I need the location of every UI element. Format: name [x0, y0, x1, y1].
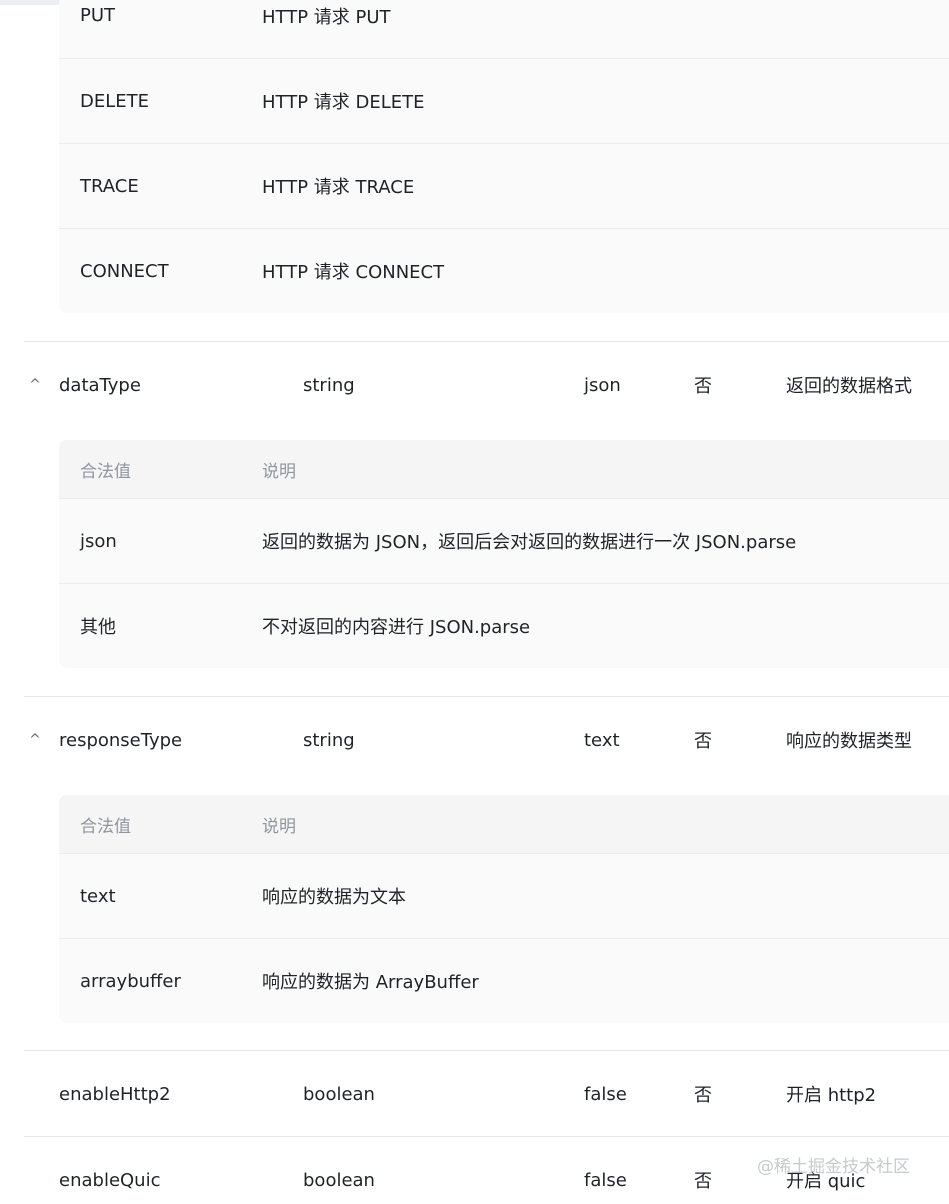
param-desc: 响应的数据类型 — [786, 731, 912, 752]
header-value: 合法值 — [80, 461, 131, 482]
param-type: boolean — [303, 1083, 375, 1105]
value-cell: DELETE — [80, 90, 150, 112]
desc-cell: HTTP 请求 TRACE — [262, 177, 415, 198]
param-type: string — [303, 374, 355, 396]
table-row: DELETE HTTP 请求 DELETE — [59, 58, 949, 143]
param-default: json — [584, 374, 621, 396]
datatype-values-table: 合法值 说明 json 返回的数据为 JSON，返回后会对返回的数据进行一次 J… — [59, 440, 949, 668]
value-cell: PUT — [80, 5, 116, 26]
value-cell: TRACE — [80, 175, 139, 197]
param-row-datatype: ^ dataType string json 否 返回的数据格式 — [24, 341, 949, 397]
param-type: string — [303, 729, 355, 751]
param-name: dataType — [59, 374, 141, 396]
value-cell: text — [80, 885, 116, 907]
table-header: 合法值 说明 — [59, 440, 949, 498]
table-row: PUT HTTP 请求 PUT — [59, 0, 949, 58]
value-cell: arraybuffer — [80, 970, 181, 992]
param-default: false — [584, 1169, 627, 1191]
value-cell: 其他 — [80, 617, 116, 638]
table-row: CONNECT HTTP 请求 CONNECT — [59, 228, 949, 313]
desc-cell: 返回的数据为 JSON，返回后会对返回的数据进行一次 JSON.parse — [262, 532, 797, 553]
header-desc: 说明 — [262, 816, 296, 837]
param-required: 否 — [694, 731, 712, 752]
param-default: false — [584, 1083, 627, 1105]
param-required: 否 — [694, 376, 712, 397]
table-row: TRACE HTTP 请求 TRACE — [59, 143, 949, 228]
param-name: responseType — [59, 729, 183, 751]
desc-cell: 响应的数据为 ArrayBuffer — [262, 972, 479, 993]
desc-cell: 不对返回的内容进行 JSON.parse — [262, 617, 531, 638]
collapse-chevron-icon[interactable]: ^ — [24, 342, 46, 428]
collapse-chevron-icon[interactable]: ^ — [24, 697, 46, 783]
param-desc: 返回的数据格式 — [786, 376, 912, 397]
header-desc: 说明 — [262, 461, 296, 482]
param-name: enableHttp2 — [59, 1083, 171, 1105]
watermark: @稀土掘金技术社区 — [757, 1157, 910, 1177]
param-required: 否 — [694, 1171, 712, 1192]
param-row-enablehttp2: enableHttp2 boolean false 否 开启 http2 — [24, 1050, 949, 1106]
table-row: text 响应的数据为文本 — [59, 853, 949, 938]
table-row: json 返回的数据为 JSON，返回后会对返回的数据进行一次 JSON.par… — [59, 498, 949, 583]
table-row: arraybuffer 响应的数据为 ArrayBuffer — [59, 938, 949, 1023]
method-values-table: PUT HTTP 请求 PUT DELETE HTTP 请求 DELETE TR… — [59, 0, 949, 313]
param-type: boolean — [303, 1169, 375, 1191]
param-row-enablequic: enableQuic boolean false 否 开启 quic — [24, 1136, 949, 1192]
desc-cell: HTTP 请求 PUT — [262, 6, 391, 28]
table-header: 合法值 说明 — [59, 795, 949, 853]
responsetype-values-table: 合法值 说明 text 响应的数据为文本 arraybuffer 响应的数据为 … — [59, 795, 949, 1023]
value-cell: json — [80, 530, 117, 552]
desc-cell: HTTP 请求 CONNECT — [262, 262, 445, 283]
desc-cell: HTTP 请求 DELETE — [262, 92, 425, 113]
param-default: text — [584, 729, 620, 751]
desc-cell: 响应的数据为文本 — [262, 887, 406, 908]
value-cell: CONNECT — [80, 260, 169, 282]
param-desc: 开启 http2 — [786, 1085, 877, 1106]
param-row-responsetype: ^ responseType string text 否 响应的数据类型 — [24, 696, 949, 752]
param-required: 否 — [694, 1085, 712, 1106]
param-name: enableQuic — [59, 1169, 161, 1191]
header-value: 合法值 — [80, 816, 131, 837]
table-row: 其他 不对返回的内容进行 JSON.parse — [59, 583, 949, 668]
